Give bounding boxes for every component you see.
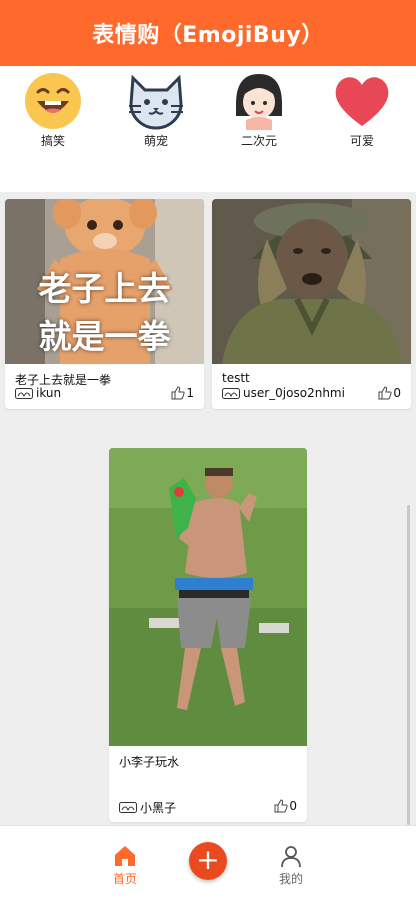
- category-label: 搞笑: [40, 134, 65, 148]
- like-button[interactable]: 0: [378, 386, 401, 400]
- like-count: 0: [393, 386, 401, 400]
- post-footer: 小黑子 0: [119, 799, 297, 815]
- post-title: 小李子玩水: [119, 755, 180, 769]
- post-title: testt: [222, 371, 250, 385]
- post-feed[interactable]: 老子上去 就是一拳 老子上去就是一拳 ikun 1 testt user_0jo…: [0, 192, 416, 825]
- author-name: 小黑子: [140, 801, 177, 815]
- author-name: ikun: [36, 386, 62, 400]
- image-caption-line: 老子上去: [38, 269, 171, 308]
- soldier-meme-image: [212, 199, 411, 364]
- water-gun-meme-image: [109, 448, 307, 746]
- nav-home-label: 首页: [112, 872, 137, 886]
- app-title: 表情购（EmojiBuy）: [92, 23, 324, 48]
- nav-me[interactable]: 我的: [266, 844, 316, 887]
- like-count: 0: [289, 799, 297, 813]
- post-card[interactable]: testt user_0joso2nhmi 0: [212, 199, 411, 409]
- post-image: [212, 199, 411, 364]
- avatar-icon: [222, 387, 240, 399]
- anime-girl-icon: [236, 74, 282, 130]
- post-card[interactable]: 老子上去 就是一拳 老子上去就是一拳 ikun 1: [5, 199, 204, 409]
- thumbs-up-icon: [378, 386, 392, 400]
- category-pets[interactable]: 萌宠: [121, 70, 191, 149]
- heart-icon: [335, 77, 389, 126]
- app-header: 表情购（EmojiBuy）: [0, 0, 416, 66]
- like-button[interactable]: 0: [274, 799, 297, 813]
- home-icon: [115, 846, 135, 866]
- like-count: 1: [186, 386, 194, 400]
- image-caption-line: 就是一拳: [38, 317, 171, 356]
- nav-me-label: 我的: [278, 872, 303, 886]
- post-footer: user_0joso2nhmi 0: [222, 386, 401, 402]
- post-card[interactable]: 小李子玩水 小黑子 0: [109, 448, 307, 822]
- avatar-icon: [15, 387, 33, 399]
- post-author[interactable]: user_0joso2nhmi: [222, 386, 345, 400]
- user-icon: [281, 846, 301, 868]
- like-button[interactable]: 1: [171, 386, 194, 400]
- post-image: 老子上去 就是一拳: [5, 199, 204, 364]
- thumbs-up-icon: [171, 386, 185, 400]
- nav-home[interactable]: 首页: [100, 844, 150, 887]
- category-label: 二次元: [240, 134, 277, 148]
- category-anime[interactable]: 二次元: [224, 70, 294, 149]
- publish-button[interactable]: +: [189, 842, 227, 880]
- author-name: user_0joso2nhmi: [243, 386, 345, 400]
- thumbs-up-icon: [274, 799, 288, 813]
- post-image: [109, 448, 307, 746]
- post-author[interactable]: ikun: [15, 386, 61, 400]
- category-bar: 搞笑 萌宠 二次元 可爱: [0, 66, 416, 192]
- laughing-face-icon: [25, 73, 81, 129]
- bottom-nav: 首页 + 我的: [0, 825, 416, 900]
- category-label: 可爱: [349, 134, 374, 148]
- category-funny[interactable]: 搞笑: [18, 70, 88, 149]
- cat-face-icon: [129, 74, 183, 130]
- category-label: 萌宠: [143, 134, 168, 148]
- feed-scrollbar[interactable]: [407, 505, 410, 825]
- post-footer: ikun 1: [15, 386, 194, 402]
- category-cute[interactable]: 可爱: [327, 70, 397, 149]
- post-author[interactable]: 小黑子: [119, 799, 176, 816]
- avatar-icon: [119, 802, 137, 813]
